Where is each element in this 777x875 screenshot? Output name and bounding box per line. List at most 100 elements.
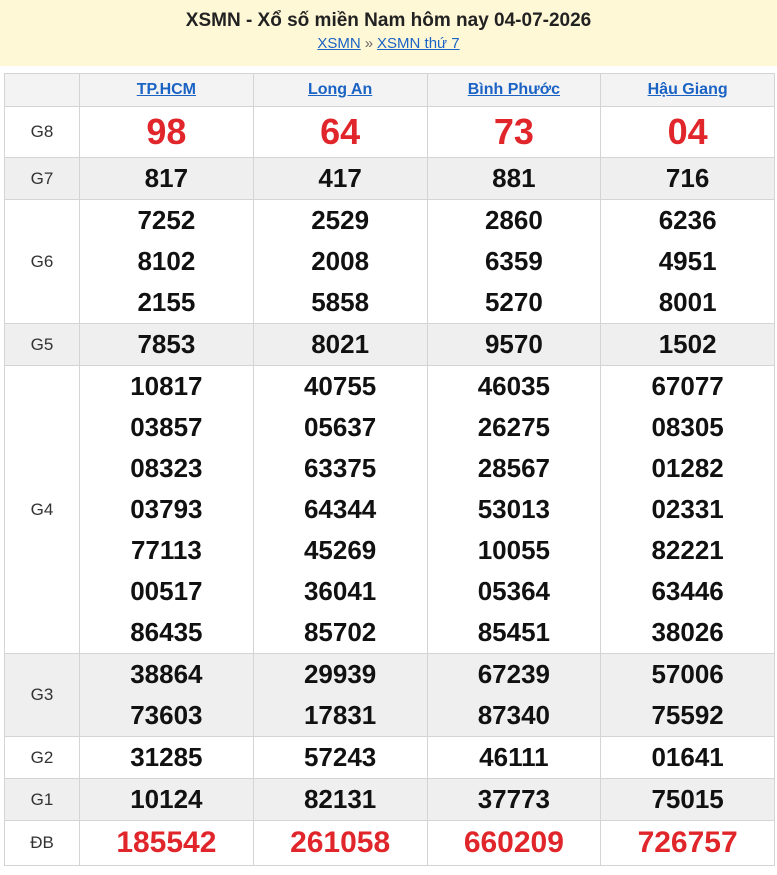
prize-number: 38026 — [651, 617, 724, 647]
prize-number: 05364 — [477, 576, 551, 606]
breadcrumb-link-xsmn[interactable]: XSMN — [317, 35, 360, 52]
prize-number: 98 — [146, 111, 187, 152]
prize-number: 57243 — [303, 742, 377, 772]
corner-cell — [4, 73, 80, 107]
province-link-hau-giang[interactable]: Hậu Giang — [648, 81, 728, 98]
results-table: TP.HCM Long An Bình Phước Hậu Giang G8 98… — [4, 73, 775, 866]
prize-label: G8 — [4, 106, 80, 158]
breadcrumb-link-xsmn-saturday[interactable]: XSMN thứ 7 — [377, 35, 460, 52]
prize-number: 64 — [320, 111, 361, 152]
prize-cell: 73 — [426, 106, 602, 158]
prize-number: 75015 — [651, 784, 724, 814]
prize-cell: 417 — [252, 157, 428, 200]
prize-cell: 82131 — [252, 778, 428, 821]
prize-number: 2008 — [311, 246, 370, 276]
breadcrumb: XSMN» XSMN thứ 7 — [0, 34, 777, 54]
prize-number: 881 — [492, 163, 536, 193]
prize-number: 7252 — [137, 205, 196, 235]
prize-label: G6 — [4, 199, 80, 324]
prize-cell: 261058 — [252, 820, 428, 866]
prize-label: G2 — [4, 736, 80, 779]
prize-number: 8021 — [311, 329, 370, 359]
prize-cell: 75015 — [600, 778, 775, 821]
prize-cell: 46111 — [426, 736, 602, 779]
prize-cell: 10124 — [79, 778, 254, 821]
prize-cell: 6236 4951 8001 — [600, 199, 775, 324]
prize-number: 10124 — [130, 784, 203, 814]
prize-number: 75592 — [651, 700, 724, 730]
prize-number: 53013 — [477, 494, 551, 524]
prize-number: 9570 — [484, 329, 543, 359]
province-link-long-an[interactable]: Long An — [308, 81, 372, 98]
prize-cell: 10817 03857 08323 03793 77113 00517 86435 — [79, 365, 254, 654]
prize-number: 6359 — [484, 246, 543, 276]
province-header-row: TP.HCM Long An Bình Phước Hậu Giang — [4, 73, 775, 107]
prize-cell: 185542 — [79, 820, 254, 866]
prize-row: G3 38864 73603 29939 17831 67239 87340 57006 755… — [4, 653, 775, 737]
prize-number: 26275 — [477, 412, 551, 442]
prize-number: 31285 — [130, 742, 203, 772]
prize-cell: 67239 87340 — [426, 653, 602, 737]
prize-cell: 7853 — [79, 323, 254, 366]
prize-label: G1 — [4, 778, 80, 821]
prize-cell: 817 — [79, 157, 254, 200]
prize-number: 64344 — [303, 494, 377, 524]
prize-row: G7 817 417 881 716 — [4, 157, 775, 200]
prize-number: 85451 — [477, 617, 551, 647]
prize-number: 17831 — [303, 700, 377, 730]
prize-cell: 38864 73603 — [79, 653, 254, 737]
prize-number: 8102 — [137, 246, 196, 276]
prize-number: 716 — [665, 163, 710, 193]
province-header-long-an: Long An — [252, 73, 428, 107]
prize-cell: 716 — [600, 157, 775, 200]
prize-number: 2860 — [484, 205, 543, 235]
prize-number: 02331 — [651, 494, 724, 524]
prize-number: 5270 — [484, 287, 543, 317]
prize-row: G1 10124 82131 37773 75015 — [4, 778, 775, 821]
breadcrumb-separator: » — [364, 35, 374, 52]
prize-cell: 726757 — [600, 820, 775, 866]
prize-number: 05637 — [303, 412, 377, 442]
prize-cell: 31285 — [79, 736, 254, 779]
province-link-binh-phuoc[interactable]: Bình Phước — [468, 81, 560, 98]
prize-number: 08305 — [651, 412, 724, 442]
prize-row: ĐB 185542 261058 660209 726757 — [4, 820, 775, 866]
prize-cell: 57243 — [252, 736, 428, 779]
province-link-tphcm[interactable]: TP.HCM — [137, 81, 196, 98]
prize-cell: 64 — [252, 106, 428, 158]
results-body: G8 98 64 73 04 G7 817 417 881 716 G6 7252 8102 2155 25… — [4, 106, 775, 866]
prize-number: 63375 — [303, 453, 377, 483]
prize-cell: 40755 05637 63375 64344 45269 36041 85702 — [252, 365, 428, 654]
prize-row: G6 7252 8102 2155 2529 2008 5858 2860 6359 5270 62… — [4, 199, 775, 324]
prize-number: 29939 — [303, 659, 377, 689]
prize-number: 2155 — [137, 287, 196, 317]
prize-label: G3 — [4, 653, 80, 737]
prize-number: 01282 — [651, 453, 724, 483]
prize-label: G7 — [4, 157, 80, 200]
prize-number: 6236 — [658, 205, 717, 235]
prize-number: 185542 — [116, 826, 217, 859]
prize-number: 38864 — [130, 659, 203, 689]
prize-number: 660209 — [463, 826, 564, 859]
prize-number: 03857 — [130, 412, 203, 442]
prize-number: 37773 — [477, 784, 551, 814]
prize-number: 03793 — [130, 494, 203, 524]
prize-cell: 67077 08305 01282 02331 82221 63446 38026 — [600, 365, 775, 654]
prize-cell: 2860 6359 5270 — [426, 199, 602, 324]
prize-number: 86435 — [130, 617, 203, 647]
prize-cell: 881 — [426, 157, 602, 200]
prize-number: 36041 — [303, 576, 377, 606]
prize-number: 08323 — [130, 453, 203, 483]
prize-number: 726757 — [637, 826, 738, 859]
prize-number: 67077 — [651, 371, 724, 401]
prize-cell: 7252 8102 2155 — [79, 199, 254, 324]
prize-number: 261058 — [290, 826, 391, 859]
prize-number: 817 — [144, 163, 189, 193]
prize-number: 63446 — [651, 576, 724, 606]
prize-number: 85702 — [303, 617, 377, 647]
prize-number: 87340 — [477, 700, 551, 730]
prize-cell: 1502 — [600, 323, 775, 366]
prize-number: 10817 — [130, 371, 203, 401]
prize-cell: 37773 — [426, 778, 602, 821]
province-header-hau-giang: Hậu Giang — [600, 73, 775, 107]
